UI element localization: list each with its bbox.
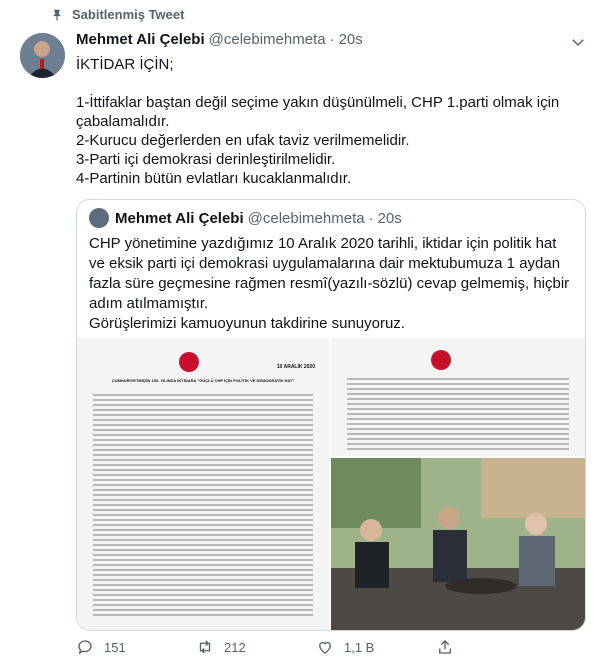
author-name[interactable]: Mehmet Ali Çelebi [76,31,205,48]
chp-logo-icon [179,352,199,372]
reply-icon [78,640,92,655]
quoted-paragraph: Görüşlerimizi kamuoyunun takdirine sunuy… [89,315,405,332]
letter-page-image[interactable]: 10 ARALIK 2020 CUMHURİYETİMİZİN 100. YIL… [77,338,329,630]
quoted-text: CHP yönetimine yazdığımız 10 Aralık 2020… [89,234,575,334]
doc-text-lines [347,378,569,453]
like-icon [319,641,331,654]
pinned-text: Sabitlenmiş Tweet [72,7,185,22]
share-button[interactable] [436,638,556,656]
like-count: 1,1 B [344,639,375,655]
tweet-text: İKTİDAR İÇİN; 1-İttifaklar baştan değil … [76,55,591,188]
chevron-down-icon[interactable] [569,33,587,51]
tweet-actions: 151 212 1,1 B [76,638,591,656]
tweet-line: 2-Kurucu değerlerden en ufak taviz veril… [76,132,410,149]
pinned-label: Sabitlenmiş Tweet [50,7,184,22]
media-grid: 10 ARALIK 2020 CUMHURİYETİMİZİN 100. YIL… [77,338,585,630]
quoted-author-handle: @celebimehmeta [247,209,365,227]
letter-page-image[interactable] [331,338,585,456]
quoted-tweet[interactable]: Mehmet Ali Çelebi @celebimehmeta · 20s C… [76,199,586,631]
quoted-author-name: Mehmet Ali Çelebi [115,209,244,227]
tweet-line [76,74,591,93]
tweet-line: 3-Parti içi demokrasi derinleştirilmelid… [76,151,336,168]
like-button[interactable]: 1,1 B [316,638,436,656]
quoted-paragraph: CHP yönetimine yazdığımız 10 Aralık 2020… [89,235,570,312]
avatar[interactable] [20,33,65,78]
tweet-line: İKTİDAR İÇİN; [76,56,174,73]
retweet-icon [199,640,211,654]
doc-text-lines [93,394,313,619]
retweet-button[interactable]: 212 [196,638,316,656]
doc-date: 10 ARALIK 2020 [276,364,315,370]
timestamp[interactable]: 20s [339,31,363,48]
author-handle[interactable]: @celebimehmeta [209,31,326,48]
separator: · [329,31,335,48]
tweet-line: 4-Partinin bütün evlatları kucaklanmalıd… [76,170,352,187]
quoted-avatar [89,208,109,228]
quoted-timestamp: 20s [377,209,402,227]
share-icon [439,640,451,654]
retweet-count: 212 [224,639,246,655]
chp-logo-icon [431,350,451,370]
separator: · [368,209,374,227]
reply-button[interactable]: 151 [76,638,196,656]
pin-icon [52,9,62,21]
tweet-line: 1-İttifaklar baştan değil seçime yakın d… [76,94,564,130]
reply-count: 151 [104,639,126,655]
meeting-photo[interactable] [331,458,585,630]
quoted-header: Mehmet Ali Çelebi @celebimehmeta · 20s [89,208,402,228]
tweet-header: Mehmet Ali Çelebi @celebimehmeta · 20s [76,31,363,48]
doc-title: CUMHURİYETİMİZİN 100. YILINDA İKTİDARA "… [111,378,295,383]
